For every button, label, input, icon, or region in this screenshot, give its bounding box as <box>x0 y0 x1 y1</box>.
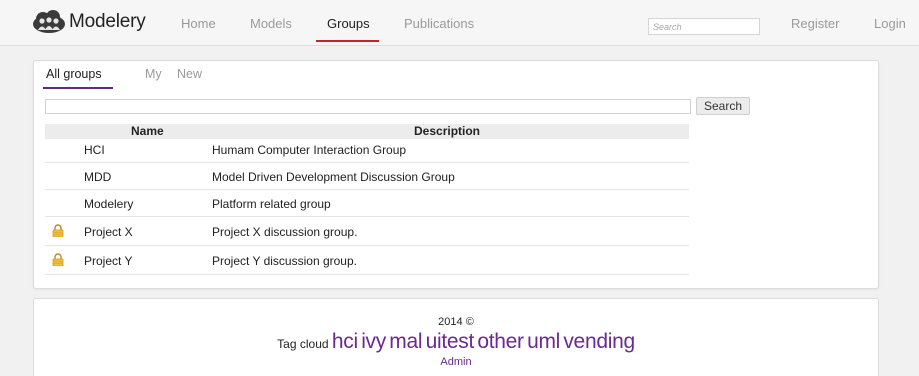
group-description: Model Driven Development Discussion Grou… <box>212 170 455 184</box>
tag-cloud: Tag cloud hci ivy mal uitest other uml v… <box>34 330 878 354</box>
nav-models[interactable]: Models <box>250 16 292 31</box>
cloud-people-logo-icon <box>33 10 65 33</box>
copyright-text: 2014 © <box>438 316 474 328</box>
group-description: Project Y discussion group. <box>212 254 357 268</box>
brand[interactable]: Modelery <box>32 9 146 35</box>
tag-link[interactable]: other <box>477 330 524 353</box>
group-search-input[interactable] <box>45 99 691 114</box>
nav-login[interactable]: Login <box>874 16 906 31</box>
tab-my[interactable]: My <box>145 67 162 81</box>
tag-link[interactable]: mal <box>389 330 422 353</box>
brand-name: Modelery <box>69 11 146 32</box>
column-header-description: Description <box>414 124 481 138</box>
tab-all-groups[interactable]: All groups <box>46 67 102 81</box>
admin-link[interactable]: Admin <box>34 356 878 368</box>
footer-panel: 2014 © Tag cloud hci ivy mal uitest othe… <box>33 298 879 376</box>
tag-link[interactable]: hci <box>332 330 358 353</box>
active-nav-indicator <box>316 40 379 42</box>
group-name[interactable]: Project Y <box>84 254 132 268</box>
tab-new[interactable]: New <box>177 67 202 81</box>
tag-link[interactable]: test <box>441 330 474 353</box>
search-button[interactable]: Search <box>696 97 750 115</box>
nav-groups[interactable]: Groups <box>327 16 370 31</box>
groups-panel: All groups My New Search Name Descriptio… <box>33 60 879 289</box>
groups-table: Name Description HCI Humam Computer Inte… <box>45 124 689 275</box>
tag-link[interactable]: ivy <box>361 330 386 353</box>
table-row[interactable]: Modelery Platform related group <box>45 190 689 217</box>
column-header-name: Name <box>131 124 164 138</box>
active-tab-indicator <box>43 87 113 89</box>
table-row[interactable]: Project Y Project Y discussion group. <box>45 246 689 275</box>
group-name[interactable]: HCI <box>84 143 105 157</box>
lock-icon <box>52 253 64 266</box>
tag-link[interactable]: uml <box>527 330 560 353</box>
tag-cloud-label: Tag cloud <box>277 337 329 351</box>
nav-home[interactable]: Home <box>181 16 216 31</box>
top-navbar: Modelery Home Models Groups Publications… <box>0 0 919 46</box>
nav-publications[interactable]: Publications <box>404 16 474 31</box>
table-row[interactable]: Project X Project X discussion group. <box>45 217 689 246</box>
tag-link[interactable]: vending <box>563 330 635 353</box>
group-description: Platform related group <box>212 197 331 211</box>
lock-icon <box>52 224 64 237</box>
group-name[interactable]: Modelery <box>84 197 133 211</box>
group-name[interactable]: Project X <box>84 225 133 239</box>
table-row[interactable]: HCI Humam Computer Interaction Group <box>45 139 689 163</box>
table-row[interactable]: MDD Model Driven Development Discussion … <box>45 163 689 190</box>
nav-register[interactable]: Register <box>791 16 839 31</box>
table-header: Name Description <box>45 124 689 139</box>
group-description: Project X discussion group. <box>212 225 358 239</box>
top-search-input[interactable] <box>648 18 760 35</box>
group-tabs: All groups My New <box>34 61 878 91</box>
group-description: Humam Computer Interaction Group <box>212 143 407 157</box>
tag-link[interactable]: ui <box>426 330 442 353</box>
group-name[interactable]: MDD <box>84 170 111 184</box>
